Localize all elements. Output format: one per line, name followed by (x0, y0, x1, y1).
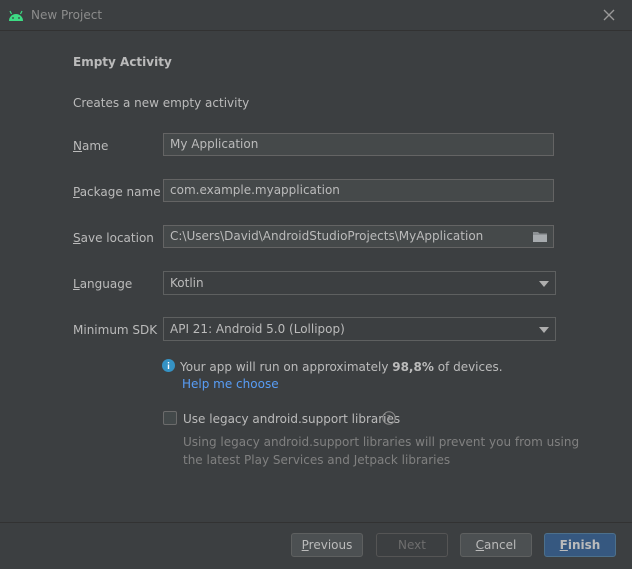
info-icon (162, 359, 175, 372)
cancel-button[interactable]: Cancel (460, 533, 532, 557)
legacy-support-checkbox[interactable] (163, 411, 177, 425)
legacy-description-line-2: the latest Play Services and Jetpack lib… (183, 453, 451, 467)
coverage-suffix: of devices. (433, 360, 503, 374)
legacy-support-label[interactable]: Use legacy android.support libraries (183, 412, 400, 426)
package-name-label: Package name (73, 185, 161, 199)
name-label: Name (73, 139, 109, 153)
page-title: Empty Activity (73, 55, 172, 69)
language-label: Language (73, 277, 133, 291)
save-location-field[interactable]: C:\Users\David\AndroidStudioProjects\MyA… (163, 225, 554, 248)
save-location-label: Save location (73, 231, 154, 245)
package-name-field[interactable]: com.example.myapplication (163, 179, 554, 202)
name-field[interactable]: My Application (163, 133, 554, 156)
next-button[interactable]: Next (376, 533, 448, 557)
device-coverage-text: Your app will run on approximately 98,8%… (180, 360, 503, 374)
page-description: Creates a new empty activity (73, 96, 250, 110)
coverage-prefix: Your app will run on approximately (180, 360, 393, 374)
minimum-sdk-label: Minimum SDK (73, 323, 158, 337)
finish-button[interactable]: Finish (544, 533, 616, 557)
folder-icon[interactable] (533, 230, 547, 242)
legacy-support-description: Using legacy android.support libraries w… (183, 433, 579, 469)
minimum-sdk-value: API 21: Android 5.0 (Lollipop) (170, 322, 345, 336)
help-question-icon[interactable]: ? (382, 411, 396, 425)
new-project-dialog: New Project Empty Activity Creates a new… (0, 0, 632, 569)
coverage-percent: 98,8% (392, 360, 434, 374)
android-icon (9, 10, 23, 21)
language-dropdown[interactable]: Kotlin (163, 271, 556, 295)
title-bar: New Project (0, 0, 632, 31)
svg-text:?: ? (387, 415, 392, 425)
previous-button[interactable]: Previous (291, 533, 363, 557)
footer-divider (0, 522, 632, 523)
minimum-sdk-dropdown[interactable]: API 21: Android 5.0 (Lollipop) (163, 317, 556, 341)
window-title: New Project (31, 8, 103, 22)
chevron-down-icon (539, 281, 549, 287)
chevron-down-icon (539, 327, 549, 333)
language-value: Kotlin (170, 276, 204, 290)
help-me-choose-link[interactable]: Help me choose (182, 377, 279, 391)
legacy-description-line-1: Using legacy android.support libraries w… (183, 435, 580, 449)
save-location-value: C:\Users\David\AndroidStudioProjects\MyA… (170, 229, 484, 243)
close-icon[interactable] (602, 8, 616, 22)
